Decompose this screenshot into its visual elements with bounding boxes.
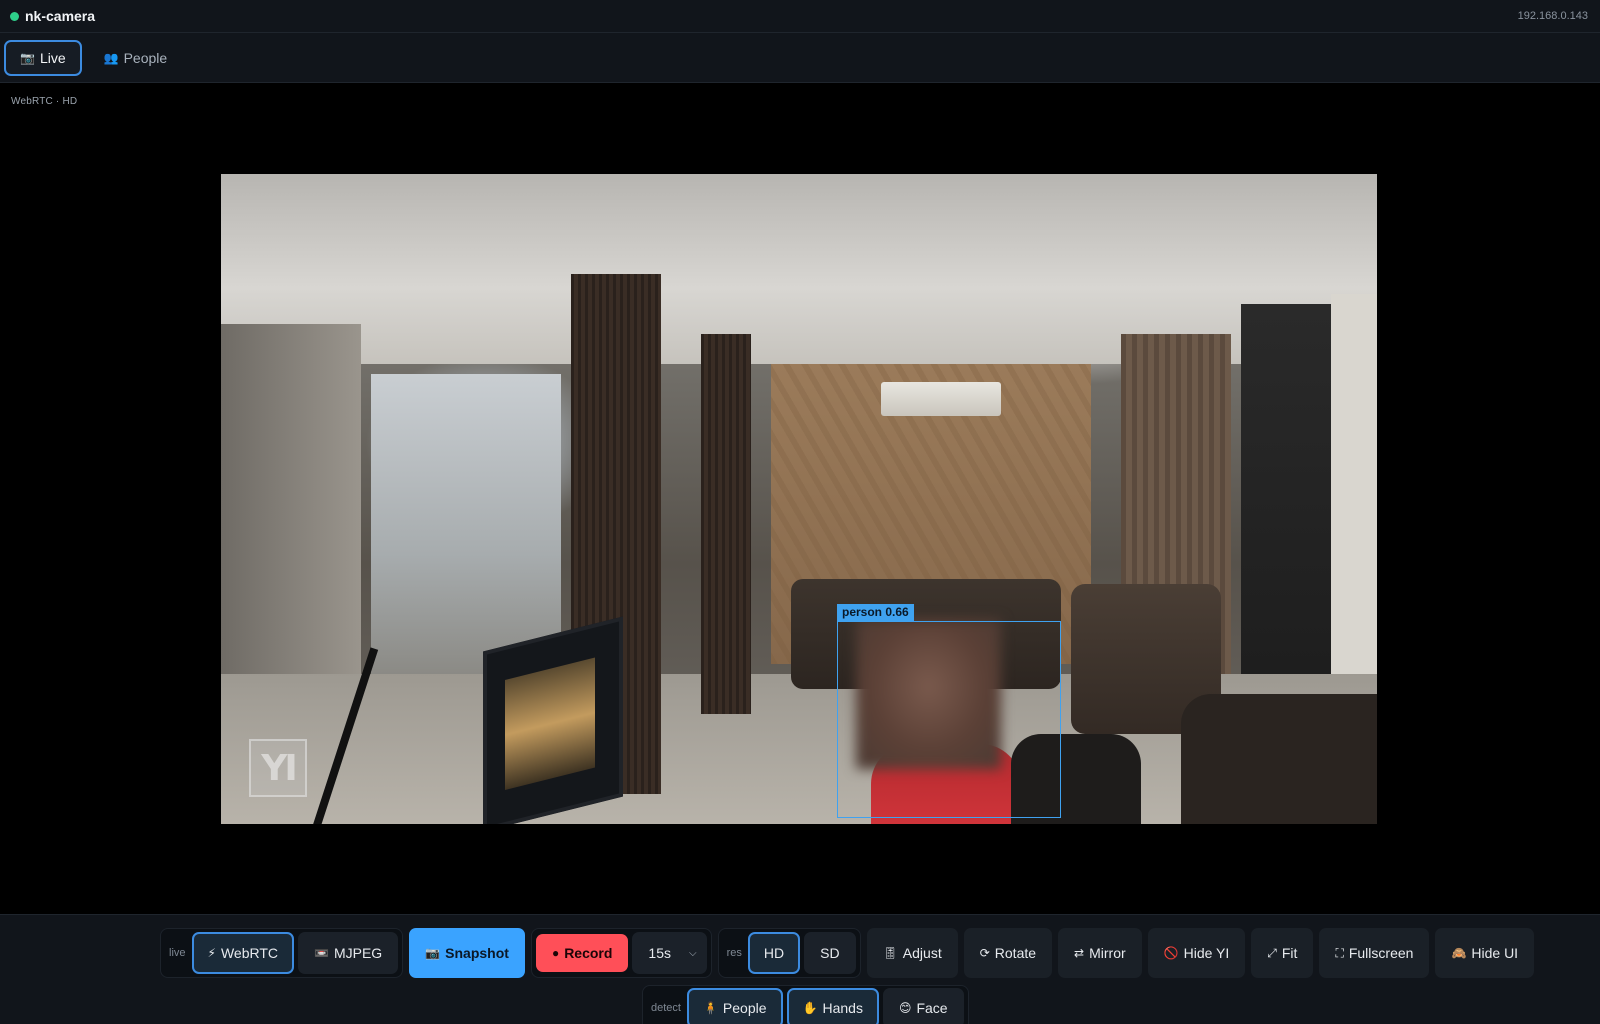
hd-button-label: HD bbox=[763, 945, 785, 961]
control-bar: live ⚡ WebRTC 📼 MJPEG 📷 Snapshot ● Recor… bbox=[0, 914, 1600, 1024]
scene-window bbox=[1241, 304, 1331, 704]
detect-group: detect 🧍 People ✋ Hands 😊 Face bbox=[642, 985, 969, 1024]
detect-hands-label: Hands bbox=[822, 1000, 863, 1016]
camera-icon: 📷 bbox=[20, 50, 35, 65]
detect-hands-button[interactable]: ✋ Hands bbox=[786, 988, 879, 1024]
webrtc-button-label: WebRTC bbox=[220, 945, 279, 961]
sliders-icon: 🎚 bbox=[882, 946, 898, 960]
scene-kitchen bbox=[371, 374, 561, 674]
stream-mode-label: WebRTC · HD bbox=[11, 96, 78, 107]
tab-live-label: Live bbox=[39, 49, 66, 66]
scene-monitor bbox=[483, 616, 623, 824]
record-duration-select[interactable]: 15s ⌵ bbox=[632, 932, 707, 974]
fullscreen-button-label: Fullscreen bbox=[1348, 945, 1414, 961]
hide-ui-button-label: Hide UI bbox=[1471, 945, 1519, 961]
detect-face-label: Face bbox=[916, 1000, 948, 1016]
scene-ac-unit bbox=[881, 382, 1001, 416]
detect-people-label: People bbox=[722, 1000, 767, 1016]
lightning-icon: ⚡ bbox=[207, 946, 216, 960]
person-detection-label: person 0.66 bbox=[837, 604, 914, 621]
hide-ui-button[interactable]: 🙈 Hide UI bbox=[1435, 928, 1535, 978]
rotate-icon: ⟳ bbox=[979, 946, 990, 960]
sd-button-label: SD bbox=[820, 945, 840, 961]
hide-yi-button[interactable]: 🚫 Hide YI bbox=[1147, 928, 1246, 978]
adjust-button[interactable]: 🎚 Adjust bbox=[866, 928, 958, 978]
tab-bar: 📷 Live 👥 People bbox=[0, 33, 1600, 83]
mirror-button-label: Mirror bbox=[1089, 945, 1126, 961]
hd-button[interactable]: HD bbox=[747, 932, 801, 974]
control-row-main: live ⚡ WebRTC 📼 MJPEG 📷 Snapshot ● Recor… bbox=[160, 928, 1535, 978]
yi-watermark: YI bbox=[249, 739, 307, 797]
hide-yi-button-label: Hide YI bbox=[1183, 945, 1230, 961]
adjust-button-label: Adjust bbox=[902, 945, 942, 961]
scene-wall-right bbox=[1331, 294, 1377, 714]
videocassette-icon: 📼 bbox=[314, 946, 329, 960]
webrtc-button[interactable]: ⚡ WebRTC bbox=[191, 932, 295, 974]
connection-status-icon bbox=[10, 11, 19, 21]
app-title: nk-camera bbox=[25, 8, 96, 24]
detect-group-label: detect bbox=[651, 1002, 681, 1014]
smiley-face-icon: 😊 bbox=[898, 1001, 912, 1015]
person-detection-box bbox=[837, 621, 1061, 818]
record-dot-icon: ● bbox=[551, 946, 560, 960]
sd-button[interactable]: SD bbox=[804, 932, 856, 974]
title-bar: nk-camera 192.168.0.143 bbox=[0, 0, 1600, 33]
snapshot-button-label: Snapshot bbox=[445, 945, 509, 961]
scene-pillar bbox=[701, 334, 751, 714]
person-standing-icon: 🧍 bbox=[702, 1001, 718, 1015]
tab-live[interactable]: 📷 Live bbox=[4, 39, 82, 76]
camera-ip-address: 192.168.0.143 bbox=[1517, 10, 1588, 22]
mirror-arrows-icon: ⇄ bbox=[1074, 946, 1085, 960]
tab-people-label: People bbox=[123, 49, 168, 66]
people-icon: 👥 bbox=[103, 50, 119, 65]
record-button-label: Record bbox=[564, 945, 613, 961]
snapshot-button[interactable]: 📷 Snapshot bbox=[409, 928, 525, 978]
res-group-label: res bbox=[726, 947, 742, 959]
record-button[interactable]: ● Record bbox=[535, 934, 629, 972]
scene-chair-right bbox=[1181, 694, 1377, 824]
expand-arrows-icon: ⤢ bbox=[1267, 945, 1277, 960]
hand-icon: ✋ bbox=[802, 1001, 818, 1015]
mirror-button[interactable]: ⇄ Mirror bbox=[1058, 928, 1142, 978]
detect-face-button[interactable]: 😊 Face bbox=[882, 988, 964, 1024]
resolution-group: res HD SD bbox=[717, 928, 861, 978]
rotate-button-label: Rotate bbox=[994, 945, 1037, 961]
fullscreen-button[interactable]: ⛶ Fullscreen bbox=[1319, 928, 1430, 978]
chevron-down-icon: ⌵ bbox=[689, 947, 697, 959]
prohibited-icon: 🚫 bbox=[1163, 946, 1179, 960]
live-video-feed[interactable]: YI person 0.66 bbox=[221, 174, 1377, 824]
fit-button-label: Fit bbox=[1281, 945, 1298, 961]
live-group-label: live bbox=[169, 947, 186, 959]
scene-monitor-screen bbox=[505, 657, 595, 790]
fit-button[interactable]: ⤢ Fit bbox=[1251, 928, 1314, 978]
monkey-icon: 🙈 bbox=[1451, 946, 1467, 960]
tab-people[interactable]: 👥 People bbox=[88, 40, 184, 76]
live-mode-group: live ⚡ WebRTC 📼 MJPEG bbox=[160, 928, 404, 978]
fullscreen-icon: ⛶ bbox=[1335, 945, 1344, 960]
mjpeg-button[interactable]: 📼 MJPEG bbox=[298, 932, 399, 974]
mjpeg-button-label: MJPEG bbox=[333, 945, 383, 961]
detect-people-button[interactable]: 🧍 People bbox=[686, 988, 783, 1024]
rotate-button[interactable]: ⟳ Rotate bbox=[963, 928, 1053, 978]
record-duration-value: 15s bbox=[648, 945, 671, 961]
record-group: ● Record 15s ⌵ bbox=[530, 928, 712, 978]
control-row-detect: detect 🧍 People ✋ Hands 😊 Face bbox=[642, 985, 969, 1024]
camera-icon: 📷 bbox=[425, 946, 441, 960]
